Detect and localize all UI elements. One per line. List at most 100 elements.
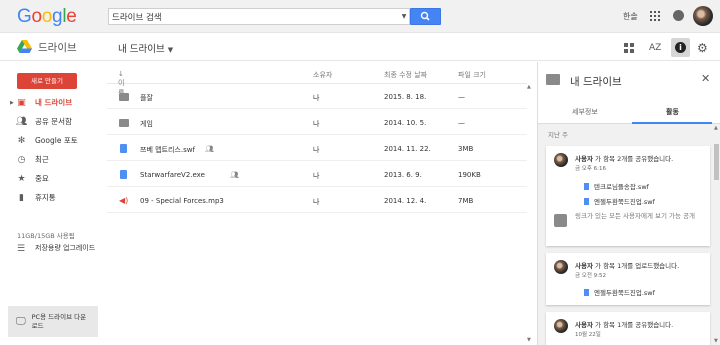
shared-people-icon: 👥︎ [205, 145, 214, 153]
expand-arrow-icon[interactable]: ▶ [10, 100, 14, 106]
search-options-icon[interactable]: ▼ [399, 13, 409, 20]
activity-card: 사용자 가 항목 2개를 공유했습니다. 금 오후 6:16 텐크로님플송잡.s… [546, 146, 710, 246]
column-modified[interactable]: 최종 수정 날짜 [384, 70, 427, 80]
notifications-icon[interactable] [673, 10, 684, 21]
folder-icon [119, 119, 129, 127]
sidebar-item-my-drive[interactable]: ▶ ▣ 내 드라이브 [0, 93, 107, 112]
folder-icon [546, 74, 560, 85]
details-panel: 내 드라이브 ✕ 세부정보 활동 지난 주 사용자 가 항목 2개를 공유했습니… [537, 62, 720, 345]
sidebar-item-label: 최근 [35, 155, 49, 164]
scroll-down-icon[interactable]: ▼ [527, 337, 531, 343]
file-icon [120, 170, 127, 179]
file-icon [584, 183, 589, 190]
scroll-up-icon[interactable]: ▲ [714, 125, 718, 131]
link-share-icon [554, 214, 567, 227]
column-name[interactable]: 이름 ↓ [118, 70, 124, 97]
sharing-note-text: 링크가 있는 모든 사용자에게 보기 가능 공개 [575, 212, 696, 220]
activity-card: 사용자 가 항목 1개를 공유했습니다. 10월 22일 [546, 312, 710, 345]
table-row[interactable]: 플잘 나 2015. 8. 18. — [107, 84, 527, 109]
account-avatar[interactable] [693, 6, 713, 26]
product-title: 드라이브 [38, 42, 77, 54]
monitor-icon: 🖵︎ [16, 316, 26, 327]
shared-people-icon: 👥︎ [230, 171, 239, 179]
close-icon[interactable]: ✕ [701, 72, 710, 85]
column-owner[interactable]: 소유자 [313, 70, 332, 80]
search-input[interactable]: 드라이브 검색 [109, 11, 399, 23]
trash-icon: ▮ [19, 192, 24, 203]
sidebar-item-starred[interactable]: ★ 중요 [0, 169, 107, 188]
tab-activity[interactable]: 활동 [666, 107, 679, 117]
activity-time: 금 오후 6:16 [575, 166, 607, 172]
sidebar-item-recent[interactable]: ◷ 최근 [0, 150, 107, 169]
file-name: 플잘 [140, 94, 153, 102]
search-button[interactable] [410, 8, 441, 25]
pc-drive-download-button[interactable]: 🖵︎ PC용 드라이브 다운로드 [8, 306, 98, 337]
table-row[interactable]: StarwarfareV2.exe 👥︎ 나 2013. 6. 9. 190KB [107, 162, 527, 187]
activity-file[interactable]: 엔젤두환쭉드진업.swf [584, 287, 655, 297]
scroll-up-icon[interactable]: ▲ [527, 84, 531, 90]
search-box[interactable]: 드라이브 검색 ▼ [108, 8, 410, 25]
photos-icon: ✻ [17, 135, 26, 146]
file-owner: 나 [313, 120, 320, 128]
table-row[interactable]: 쯔베 맵트리스.swf 👥︎ 나 2014. 11. 22. 3MB [107, 136, 527, 161]
activity-time: 금 오전 9:52 [575, 273, 607, 279]
upgrade-storage-link[interactable]: ☰ 저장용량 업그레이드 [0, 244, 107, 254]
tab-details[interactable]: 세부정보 [572, 107, 598, 117]
breadcrumb[interactable]: 내 드라이브 ▼ [118, 41, 173, 55]
list-icon: ☰ [17, 244, 26, 254]
scrollbar-thumb[interactable] [714, 144, 719, 180]
file-name: 09 - Special Forces.mp3 [140, 197, 224, 205]
pc-drive-label: PC용 드라이브 다운로드 [31, 312, 87, 330]
drive-folder-icon: ▣ [17, 97, 26, 108]
activity-summary: 사용자 가 항목 2개를 공유했습니다. [575, 155, 674, 163]
new-button[interactable]: 새로 만들기 [17, 73, 77, 89]
file-size: 190KB [458, 171, 481, 179]
file-list-scrollbar[interactable]: ▲ ▼ [526, 84, 534, 345]
info-button[interactable]: i [671, 38, 690, 57]
sidebar-item-label: 공유 문서함 [35, 117, 72, 126]
sidebar-item-label: 휴지통 [35, 193, 56, 202]
folder-icon [119, 93, 129, 101]
sidebar-item-photos[interactable]: ✻ Google 포토 [0, 131, 107, 150]
drive-logo-icon[interactable] [17, 40, 32, 53]
file-owner: 나 [313, 94, 320, 102]
file-owner: 나 [313, 146, 320, 154]
activity-card: 사용자 가 항목 1개를 업로드했습니다. 금 오전 9:52 엔젤두환쭉드진업… [546, 253, 710, 305]
panel-scrollbar[interactable]: ▲ ▼ [713, 124, 720, 345]
column-size[interactable]: 파일 크기 [458, 70, 486, 80]
sidebar-item-label: 내 드라이브 [35, 98, 73, 107]
file-modified: 2013. 6. 9. [384, 171, 422, 179]
file-icon [584, 198, 589, 205]
gear-icon[interactable]: ⚙ [697, 41, 708, 55]
file-name: 게임 [140, 120, 153, 128]
star-icon: ★ [17, 173, 26, 184]
apps-grid-icon[interactable] [650, 11, 660, 21]
user-name[interactable]: 한솔 [623, 11, 638, 22]
file-name: StarwarfareV2.exe [140, 171, 205, 179]
file-size: 3MB [458, 145, 474, 153]
file-modified: 2014. 10. 5. [384, 119, 427, 127]
activity-file[interactable]: 텐크로님플송잡.swf [584, 181, 649, 191]
google-logo[interactable]: Google [17, 6, 77, 28]
panel-header: 내 드라이브 ✕ [538, 62, 720, 100]
activity-file[interactable]: 엔젤두환쭉드진업.swf [584, 196, 655, 206]
table-row[interactable]: ◀) 09 - Special Forces.mp3 나 2014. 12. 4… [107, 188, 527, 213]
scroll-down-icon[interactable]: ▼ [714, 338, 718, 344]
panel-title: 내 드라이브 [570, 76, 622, 88]
grid-view-icon[interactable] [624, 43, 634, 53]
audio-file-icon: ◀) [119, 196, 129, 205]
sidebar-nav: ▶ ▣ 내 드라이브 👥︎ 공유 문서함 ✻ Google 포토 ◷ 최근 ★ … [0, 93, 107, 207]
file-list-header: 이름 ↓ 소유자 최종 수정 날짜 파일 크기 [107, 62, 527, 97]
sidebar-item-shared[interactable]: 👥︎ 공유 문서함 [0, 112, 107, 131]
clock-icon: ◷ [17, 154, 26, 165]
storage-usage: 11GB/15GB 사용됨 [17, 232, 75, 240]
table-row[interactable]: 게임 나 2014. 10. 5. — [107, 110, 527, 135]
sort-az-icon[interactable]: AZ [649, 43, 661, 53]
file-owner: 나 [313, 198, 320, 206]
sidebar-item-trash[interactable]: ▮ 휴지통 [0, 188, 107, 207]
activity-summary: 사용자 가 항목 1개를 공유했습니다. [575, 321, 674, 329]
chevron-down-icon[interactable]: ▼ [168, 46, 173, 54]
file-icon [584, 289, 589, 296]
breadcrumb-current[interactable]: 내 드라이브 [118, 44, 165, 55]
sidebar-item-label: 중요 [35, 174, 49, 183]
